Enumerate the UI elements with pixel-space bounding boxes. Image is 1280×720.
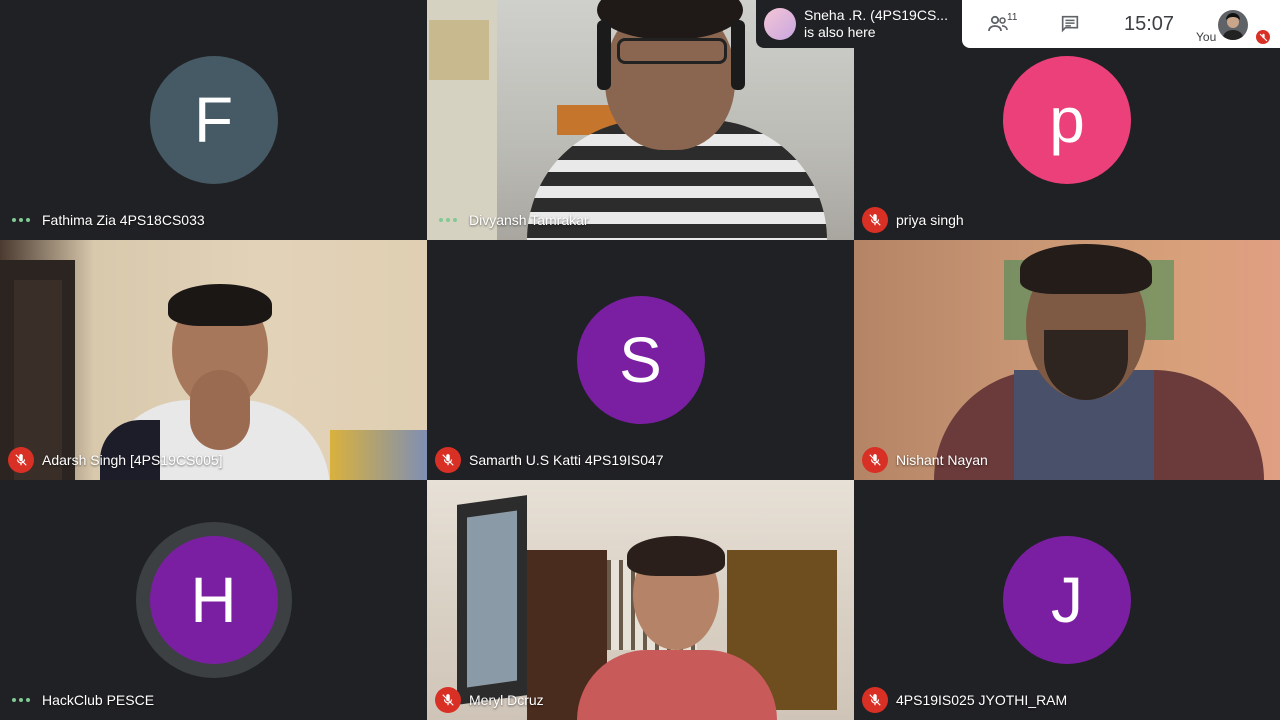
participant-name: Divyansh Tamrakar bbox=[469, 212, 589, 228]
participant-name-row: Adarsh Singh [4PS19CS005] bbox=[8, 447, 223, 473]
participant-tile[interactable]: F Fathima Zia 4PS18CS033 bbox=[0, 0, 427, 240]
participant-tile[interactable]: S Samarth U.S Katti 4PS19IS047 bbox=[427, 240, 854, 480]
participant-name-row: Meryl Dcruz bbox=[435, 687, 544, 713]
meeting-clock: 15:07 bbox=[1123, 12, 1175, 35]
join-notification-text: Sneha .R. (4PS19CS... is also here bbox=[804, 7, 948, 41]
participant-name: 4PS19IS025 JYOTHI_RAM bbox=[896, 692, 1068, 708]
mic-off-icon bbox=[1256, 30, 1270, 44]
join-notification: Sneha .R. (4PS19CS... is also here bbox=[756, 0, 962, 48]
participants-count: 11 bbox=[1007, 12, 1018, 23]
self-view[interactable]: You bbox=[1192, 0, 1280, 48]
participant-name: Fathima Zia 4PS18CS033 bbox=[42, 212, 205, 228]
speaking-indicator-icon bbox=[8, 207, 34, 233]
avatar bbox=[764, 8, 796, 40]
participant-tile[interactable]: Nishant Nayan bbox=[854, 240, 1280, 480]
participant-name-row: Samarth U.S Katti 4PS19IS047 bbox=[435, 447, 664, 473]
participants-button[interactable]: 11 bbox=[962, 0, 1034, 48]
participant-video bbox=[427, 480, 854, 720]
top-controls: 11 15:07 You bbox=[962, 0, 1280, 48]
participant-avatar: S bbox=[576, 296, 705, 424]
avatar bbox=[1218, 10, 1248, 40]
participant-name: Meryl Dcruz bbox=[469, 692, 544, 708]
participant-avatar: J bbox=[1003, 536, 1131, 664]
participant-name-row: Divyansh Tamrakar bbox=[435, 208, 589, 232]
participant-name: Nishant Nayan bbox=[896, 452, 988, 468]
mic-off-icon bbox=[862, 207, 888, 233]
joined-message: is also here bbox=[804, 24, 876, 40]
joined-participant-name: Sneha .R. (4PS19CS... bbox=[804, 7, 948, 23]
participant-grid: F Fathima Zia 4PS18CS033 Divyansh Tamrak… bbox=[0, 0, 1280, 720]
mic-off-icon bbox=[862, 447, 888, 473]
participant-tile[interactable]: J 4PS19IS025 JYOTHI_RAM bbox=[854, 480, 1280, 720]
participant-avatar: H bbox=[149, 536, 278, 664]
participant-tile[interactable]: Meryl Dcruz bbox=[427, 480, 854, 720]
chat-button[interactable] bbox=[1034, 0, 1106, 48]
speaking-indicator-icon bbox=[8, 687, 34, 713]
participant-video bbox=[0, 240, 427, 480]
mic-off-icon bbox=[862, 687, 888, 713]
participant-name-row: Fathima Zia 4PS18CS033 bbox=[8, 208, 205, 232]
mic-off-icon bbox=[435, 447, 461, 473]
mic-off-icon bbox=[8, 447, 34, 473]
participant-name: HackClub PESCE bbox=[42, 692, 155, 708]
mic-off-icon bbox=[435, 687, 461, 713]
participant-name: Adarsh Singh [4PS19CS005] bbox=[42, 452, 223, 468]
participant-name-row: 4PS19IS025 JYOTHI_RAM bbox=[862, 687, 1068, 713]
participant-avatar: F bbox=[149, 56, 278, 184]
participant-avatar: p bbox=[1003, 56, 1131, 184]
participant-name-row: Nishant Nayan bbox=[862, 447, 988, 473]
participant-video bbox=[854, 240, 1280, 480]
participant-name: Samarth U.S Katti 4PS19IS047 bbox=[469, 452, 664, 468]
participant-name-row: HackClub PESCE bbox=[8, 688, 154, 712]
participant-tile[interactable]: Adarsh Singh [4PS19CS005] bbox=[0, 240, 427, 480]
participant-name: priya singh bbox=[896, 212, 964, 228]
participant-tile[interactable]: H HackClub PESCE bbox=[0, 480, 427, 720]
self-label: You bbox=[1196, 30, 1217, 44]
chat-icon bbox=[1061, 15, 1079, 33]
participant-name-row: priya singh bbox=[862, 207, 964, 233]
speaking-indicator-icon bbox=[435, 207, 461, 233]
